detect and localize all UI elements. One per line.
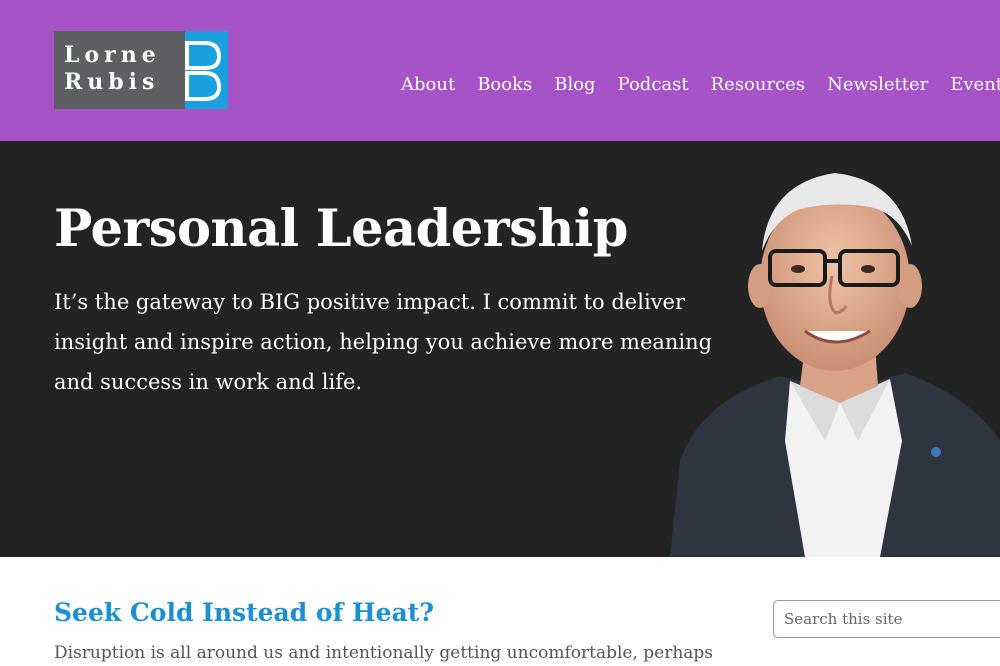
glasses-icon [185,31,228,109]
nav-podcast[interactable]: Podcast [618,74,689,95]
latest-post-section: Seek Cold Instead of Heat? Disruption is… [0,557,1000,666]
site-logo[interactable]: Lorne Rubis [54,31,228,109]
logo-wordmark: Lorne Rubis [54,31,185,109]
logo-line-2: Rubis [64,69,160,95]
post-title-link[interactable]: Seek Cold Instead of Heat? [54,598,434,627]
search-input[interactable] [773,600,1000,638]
main-nav: About Books Blog Podcast Resources Newsl… [401,74,1000,95]
post-excerpt: Disruption is all around us and intentio… [54,643,714,663]
nav-blog[interactable]: Blog [554,74,595,95]
nav-events[interactable]: Events [950,74,1000,95]
author-portrait [670,173,1000,557]
nav-resources[interactable]: Resources [711,74,805,95]
hero-banner: Personal Leadership It’s the gateway to … [0,141,1000,557]
hero-title: Personal Leadership [54,199,628,259]
nav-books[interactable]: Books [477,74,532,95]
site-header: Lorne Rubis About Books Blog Podcast Res… [0,0,1000,141]
nav-about[interactable]: About [401,74,455,95]
logo-line-1: Lorne [64,42,161,68]
nav-newsletter[interactable]: Newsletter [827,74,928,95]
hero-tagline: It’s the gateway to BIG positive impact.… [54,290,713,394]
